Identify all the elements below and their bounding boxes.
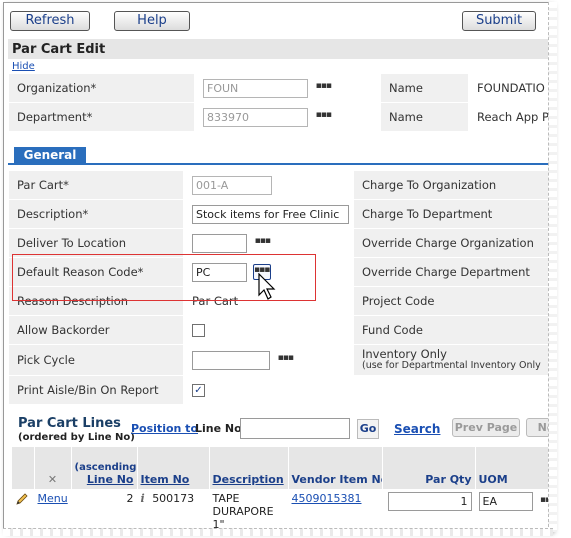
row-par-qty-input[interactable]: 1: [387, 492, 472, 511]
delete-column-icon: ✕: [34, 447, 72, 489]
go-button[interactable]: Go: [357, 419, 379, 439]
override-org-label: Override Charge Organization: [353, 228, 551, 258]
project-code-label: Project Code: [353, 286, 551, 316]
help-button[interactable]: Help: [114, 11, 190, 31]
org-name-label: Name: [380, 73, 469, 103]
reason-code-label: Default Reason Code*: [8, 257, 184, 287]
line-no-input[interactable]: [240, 418, 350, 439]
table-header-row: ✕ (ascending) Line No Item No Descriptio…: [12, 447, 551, 489]
par-cart-lines-title: Par Cart Lines: [18, 416, 121, 431]
uom-header: UOM: [475, 447, 551, 489]
par-cart-label: Par Cart*: [8, 170, 184, 200]
inventory-only-label: Inventory Only: [362, 347, 447, 361]
organization-input[interactable]: FOUN: [203, 78, 308, 98]
description-input[interactable]: Stock items for Free Clinic: [192, 204, 349, 224]
dept-name-value: Reach App P: [468, 102, 551, 132]
description-label: Description*: [8, 199, 184, 229]
pick-cycle-input[interactable]: [192, 350, 270, 370]
vendor-item-no-header: Vendor Item No: [288, 447, 383, 489]
deliver-location-input[interactable]: [192, 233, 247, 253]
tab-general[interactable]: General: [14, 147, 86, 164]
par-qty-header: Par Qty: [382, 447, 476, 489]
fund-code-label: Fund Code: [353, 315, 551, 345]
override-dept-label: Override Charge Department: [353, 257, 551, 287]
department-label: Department*: [8, 102, 195, 132]
row-uom-input[interactable]: EA: [478, 492, 533, 511]
inventory-only-cell: Inventory Only (use for Departmental Inv…: [353, 344, 551, 376]
ascending-label: (ascending): [74, 462, 137, 473]
print-aisle-checkbox[interactable]: ✓: [192, 384, 205, 397]
mouse-pointer-icon: [258, 273, 276, 300]
row-item-no: 500173: [152, 492, 195, 505]
charge-org-label: Charge To Organization: [353, 170, 551, 200]
par-cart-lines-subtitle: (ordered by Line No): [18, 432, 135, 443]
table-row: Menu 2 i 500173 TAPE DURAPORE 1" 4509015…: [12, 489, 551, 530]
par-cart-lines-table: ✕ (ascending) Line No Item No Descriptio…: [12, 447, 551, 530]
hide-link[interactable]: Hide: [12, 61, 35, 72]
line-no-header-label: Line No: [86, 473, 134, 486]
row-menu-link[interactable]: Menu: [38, 492, 68, 505]
refresh-button[interactable]: Refresh: [10, 11, 90, 31]
organization-lookup-icon[interactable]: ▪▪▪: [316, 82, 332, 93]
org-name-value: FOUNDATIO: [468, 73, 551, 103]
search-link[interactable]: Search: [394, 422, 440, 436]
line-no-label: Line No: [195, 422, 242, 435]
line-no-header[interactable]: (ascending) Line No: [71, 447, 138, 489]
row-vendor-item-link[interactable]: 4509015381: [292, 492, 362, 505]
organization-label: Organization*: [8, 73, 195, 103]
info-icon[interactable]: i: [141, 492, 145, 505]
app-window: Refresh Help Submit Par Cart Edit Hide O…: [3, 2, 551, 530]
pick-cycle-label: Pick Cycle: [8, 344, 184, 376]
toolbar: Refresh Help Submit: [4, 3, 551, 35]
submit-button[interactable]: Submit: [462, 11, 536, 31]
item-no-header[interactable]: Item No: [137, 447, 210, 489]
allow-backorder-checkbox[interactable]: [192, 324, 205, 337]
general-fields-table: Par Cart* 001-A Charge To Organization D…: [8, 170, 551, 405]
department-input[interactable]: 833970: [203, 107, 308, 127]
inventory-only-note: (use for Departmental Inventory Only: [362, 360, 541, 371]
department-lookup-icon[interactable]: ▪▪▪: [316, 111, 332, 122]
tab-underline: [8, 163, 551, 165]
deliver-location-lookup-icon[interactable]: ▪▪▪: [255, 237, 271, 248]
page-title: Par Cart Edit: [8, 39, 551, 59]
reason-description-label: Reason Description: [8, 286, 184, 316]
deliver-location-label: Deliver To Location: [8, 228, 184, 258]
prev-page-button[interactable]: Prev Page: [452, 418, 520, 437]
torn-edge-right: [548, 2, 557, 532]
header-edit-col: [12, 447, 35, 489]
description-header[interactable]: Description: [209, 447, 289, 489]
par-cart-input[interactable]: 001-A: [192, 175, 272, 195]
edit-pencil-icon[interactable]: [12, 489, 35, 530]
allow-backorder-label: Allow Backorder: [8, 315, 184, 345]
dept-name-label: Name: [380, 102, 469, 132]
row-line-no: 2: [71, 489, 138, 530]
row-description: TAPE DURAPORE 1": [209, 489, 289, 530]
torn-edge-bottom: [3, 528, 553, 536]
pick-cycle-lookup-icon[interactable]: ▪▪▪: [278, 354, 294, 365]
print-aisle-label: Print Aisle/Bin On Report: [8, 375, 184, 405]
position-to-link[interactable]: Position to: [131, 422, 198, 435]
header-fields-table: Organization* FOUN ▪▪▪ Name FOUNDATIO De…: [8, 73, 551, 132]
reason-code-input[interactable]: PC: [192, 262, 247, 282]
empty-cell: [353, 375, 551, 405]
charge-dept-label: Charge To Department: [353, 199, 551, 229]
